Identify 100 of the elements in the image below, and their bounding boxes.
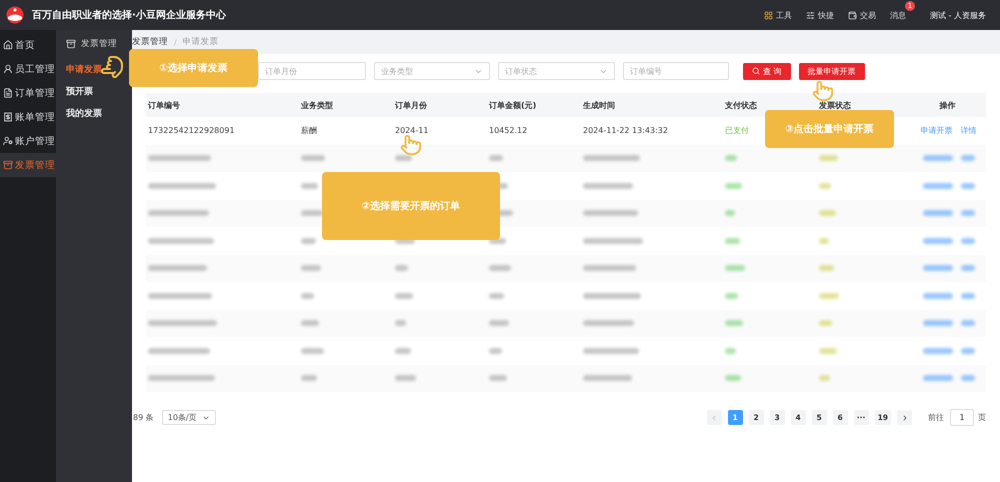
sidebar-item[interactable]: 首页 bbox=[0, 33, 56, 57]
submenu-title: 发票管理 bbox=[66, 38, 132, 50]
blurred-text bbox=[725, 348, 736, 354]
blurred-text bbox=[922, 320, 952, 326]
search-button[interactable]: 查 询 bbox=[743, 62, 791, 80]
sidebar-item[interactable]: 员工管理 bbox=[0, 57, 56, 81]
blurred-text bbox=[148, 155, 211, 162]
batch-invoice-button[interactable]: 批量申请开票 bbox=[798, 62, 865, 80]
blurred-text bbox=[148, 292, 212, 299]
blurred-text bbox=[395, 348, 411, 354]
table-cell-text: 2024-11 bbox=[394, 126, 428, 136]
sidebar-item[interactable]: 账单管理 bbox=[0, 105, 56, 129]
sidebar-item[interactable]: 订单管理 bbox=[0, 81, 56, 105]
wallet-icon bbox=[848, 10, 858, 20]
breadcrumb-separator: / bbox=[174, 38, 177, 46]
blurred-text bbox=[725, 292, 738, 299]
blurred-text bbox=[960, 375, 974, 382]
logo-icon bbox=[6, 6, 24, 24]
blurred-text bbox=[489, 348, 502, 354]
blurred-text bbox=[395, 155, 412, 162]
blurred-text bbox=[922, 182, 952, 189]
page-size-select[interactable]: 10条/页 bbox=[162, 410, 216, 425]
page-input[interactable]: 1 bbox=[950, 409, 974, 426]
blurred-text bbox=[922, 155, 952, 162]
blurred-text bbox=[819, 238, 829, 244]
toolbar-item[interactable]: 快捷 bbox=[806, 10, 834, 20]
blurred-text bbox=[301, 182, 318, 189]
blurred-text bbox=[301, 348, 324, 354]
breadcrumb-item[interactable]: 发票管理 bbox=[132, 36, 168, 48]
sidebar-item[interactable]: 账户管理 bbox=[0, 129, 56, 153]
sidebar-item[interactable]: 发票管理 bbox=[0, 153, 56, 177]
blurred-text bbox=[725, 320, 743, 326]
column-header: 发票状态 bbox=[818, 100, 852, 110]
blurred-text bbox=[725, 182, 742, 189]
next-page-button[interactable] bbox=[897, 410, 912, 425]
home-icon bbox=[3, 40, 13, 50]
payment-status: 已支付 bbox=[724, 125, 749, 136]
blurred-text bbox=[819, 210, 836, 216]
blurred-text bbox=[960, 320, 974, 326]
blurred-text bbox=[922, 375, 952, 382]
pointing-hand-icon bbox=[812, 80, 834, 102]
toolbar-item[interactable]: 工具 bbox=[764, 10, 792, 20]
blurred-text bbox=[489, 320, 509, 326]
blurred-text bbox=[960, 210, 974, 216]
column-header: 生成时间 bbox=[582, 100, 616, 110]
blurred-text bbox=[489, 155, 503, 162]
search-icon bbox=[752, 67, 760, 75]
blurred-text bbox=[301, 155, 325, 162]
grid-icon bbox=[764, 10, 774, 20]
blurred-text bbox=[819, 155, 838, 162]
toolbar-item[interactable]: 交易 bbox=[848, 10, 876, 20]
blurred-text bbox=[489, 292, 504, 299]
previous-page-button[interactable] bbox=[706, 410, 722, 425]
blurred-text bbox=[725, 375, 741, 382]
blurred-text bbox=[148, 348, 210, 354]
blurred-text bbox=[301, 265, 321, 272]
blurred-text bbox=[819, 292, 839, 299]
sliders-icon bbox=[806, 10, 816, 20]
blurred-text bbox=[922, 238, 952, 244]
submenu-item[interactable]: 我的发票 bbox=[66, 107, 132, 120]
blurred-text bbox=[922, 265, 952, 272]
blurred-text bbox=[301, 292, 314, 299]
blurred-text bbox=[583, 182, 633, 189]
total-count: 89 条 bbox=[133, 412, 154, 423]
blurred-text bbox=[922, 292, 952, 299]
user-name[interactable]: 测试 - 人资服务 bbox=[930, 10, 986, 20]
tutorial-tooltip: ①选择申请发票 bbox=[129, 49, 258, 87]
blurred-text bbox=[725, 155, 737, 162]
toolbar-item[interactable]: 消息 bbox=[890, 10, 906, 20]
tutorial-tooltip: ②选择需要开票的订单 bbox=[322, 172, 500, 240]
archive-icon bbox=[66, 39, 76, 49]
column-header: 订单月份 bbox=[394, 100, 428, 110]
document-icon bbox=[3, 88, 13, 98]
blurred-text bbox=[819, 182, 831, 189]
blurred-text bbox=[960, 265, 974, 272]
user-icon bbox=[3, 64, 13, 74]
blurred-text bbox=[960, 348, 974, 354]
blurred-text bbox=[960, 155, 974, 162]
blurred-text bbox=[395, 320, 406, 326]
blurred-text bbox=[922, 210, 952, 216]
archive-icon bbox=[3, 160, 13, 170]
column-header: 订单编号 bbox=[146, 100, 181, 110]
blurred-text bbox=[583, 155, 640, 162]
blurred-text bbox=[819, 375, 830, 382]
blurred-text bbox=[819, 348, 837, 354]
receipt-icon bbox=[3, 112, 13, 122]
submenu-item[interactable]: 申请发票 bbox=[66, 63, 132, 76]
blurred-text bbox=[583, 320, 634, 326]
user-gear-icon bbox=[3, 136, 13, 146]
blurred-text bbox=[725, 238, 740, 244]
pointing-hand-icon bbox=[400, 134, 422, 156]
blurred-text bbox=[583, 348, 639, 354]
submenu-item[interactable]: 预开票 bbox=[66, 85, 132, 98]
blurred-text bbox=[819, 320, 832, 326]
blurred-text bbox=[148, 238, 214, 244]
column-header: 业务类型 bbox=[300, 100, 334, 110]
blurred-text bbox=[583, 292, 641, 299]
blurred-text bbox=[583, 265, 636, 272]
blurred-text bbox=[960, 238, 974, 244]
blurred-text bbox=[148, 182, 216, 189]
